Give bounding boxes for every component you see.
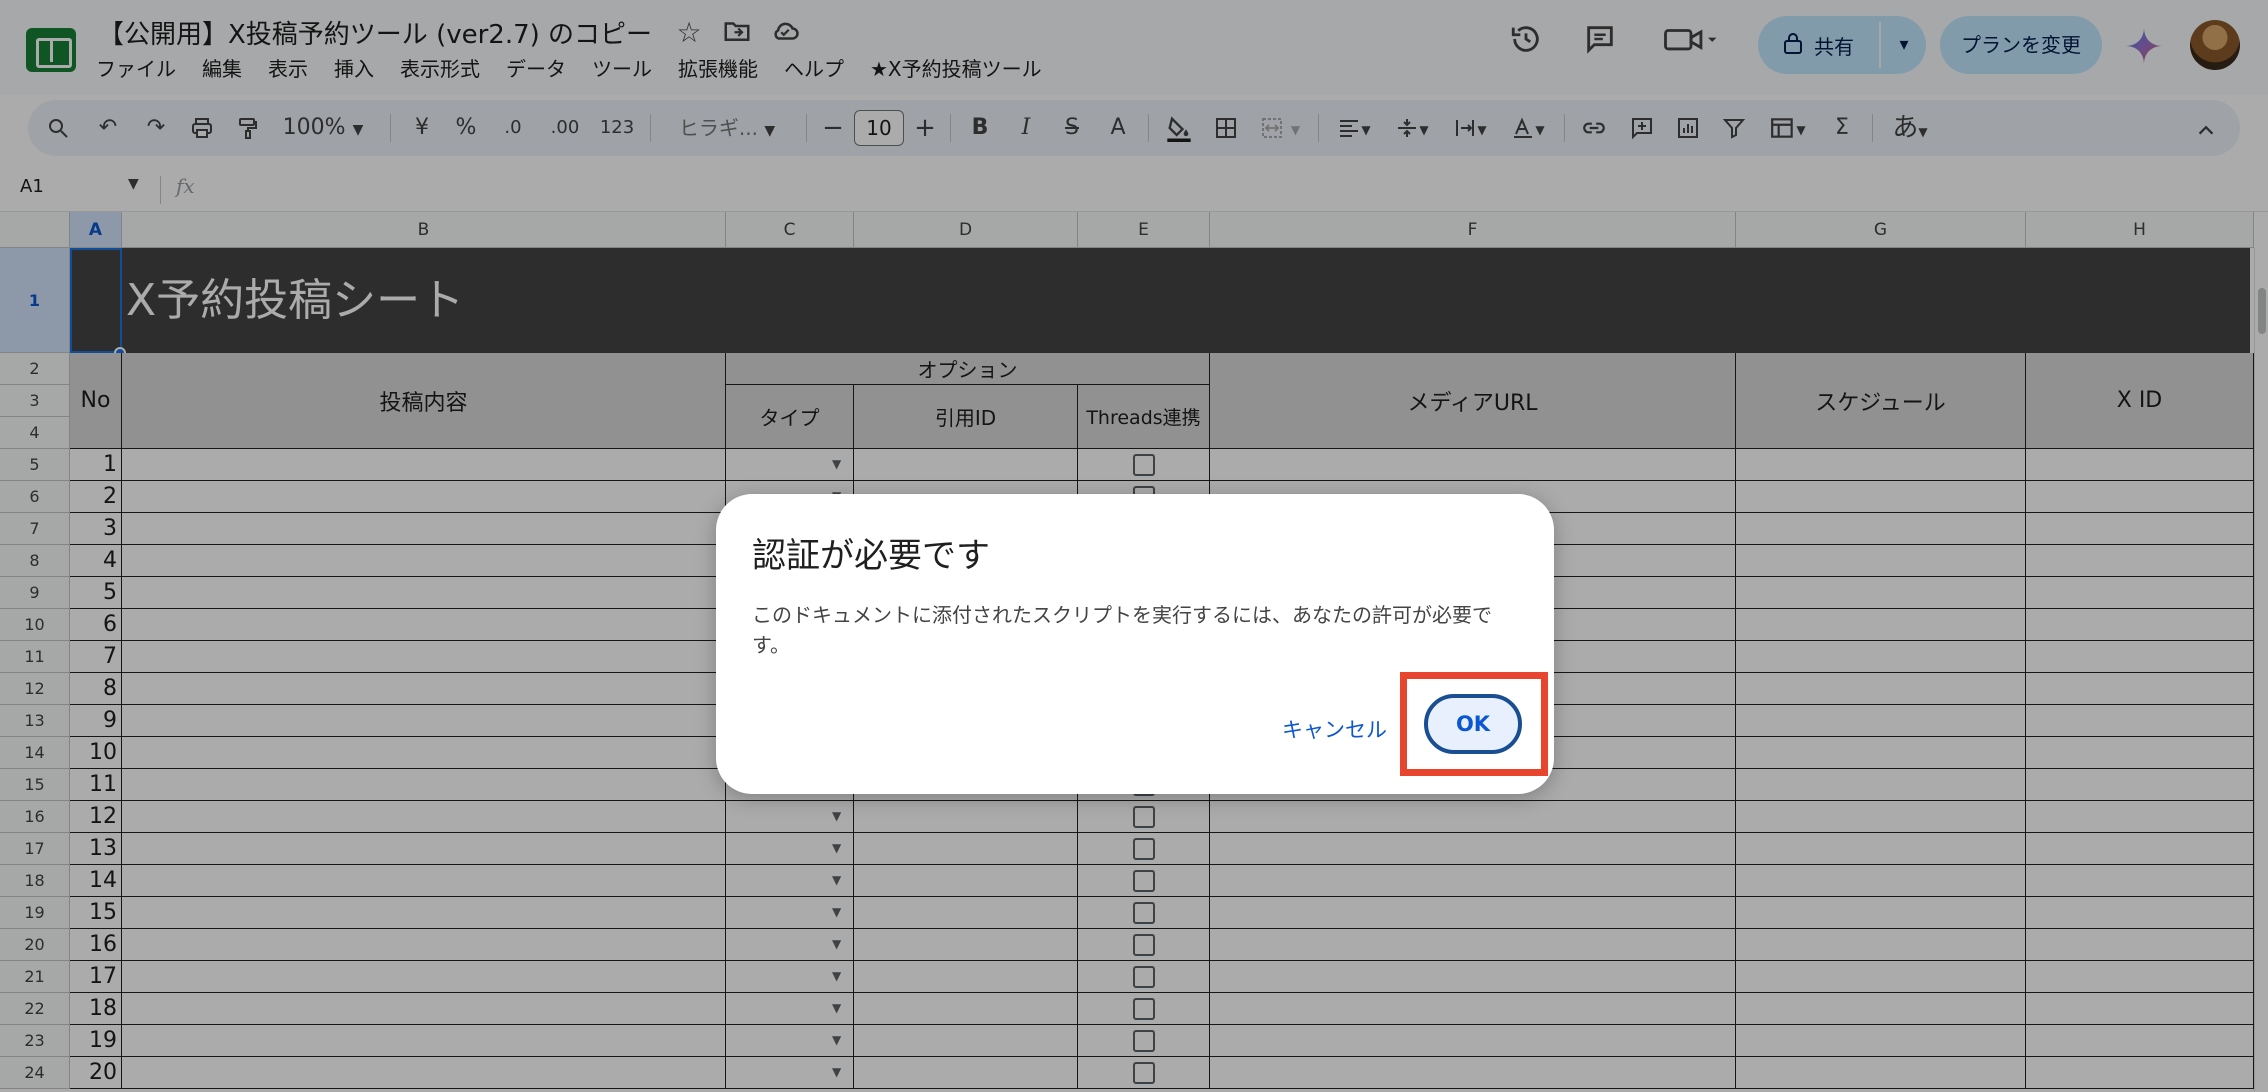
cancel-button[interactable]: キャンセル xyxy=(1282,708,1387,752)
dialog-title: 認証が必要です xyxy=(752,536,990,576)
ok-highlight-annotation xyxy=(1400,672,1548,776)
dialog-message: このドキュメントに添付されたスクリプトを実行するには、あなたの許可が必要です。 xyxy=(752,603,1492,657)
